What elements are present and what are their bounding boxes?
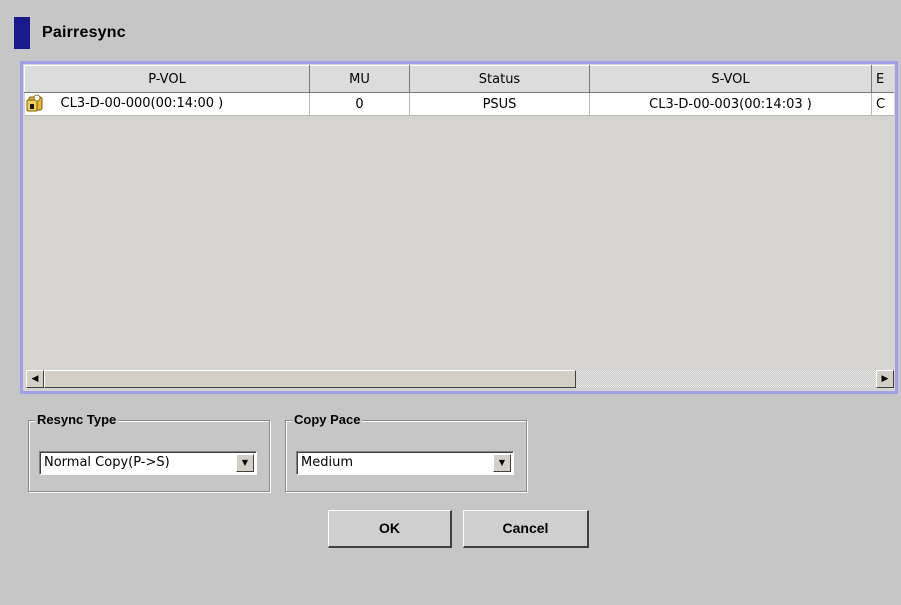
- scroll-left-arrow-icon[interactable]: ◀: [26, 370, 44, 388]
- resync-type-value: Normal Copy(P->S): [44, 455, 170, 470]
- dialog-title: Pairresync: [42, 24, 126, 41]
- pair-table: P-VOL MU Status S-VOL E CL3-D-00-000(00:…: [24, 65, 894, 116]
- resync-type-select[interactable]: Normal Copy(P->S) ▼: [39, 451, 257, 475]
- horizontal-scrollbar[interactable]: ◀ ▶: [26, 370, 894, 388]
- ok-button[interactable]: OK: [328, 510, 452, 548]
- table-header-row: P-VOL MU Status S-VOL E: [24, 65, 894, 93]
- column-header-e[interactable]: E: [871, 65, 894, 93]
- cell-e[interactable]: C: [871, 92, 894, 116]
- column-header-status[interactable]: Status: [409, 65, 590, 93]
- dialog-title-bar: Pairresync: [14, 17, 126, 49]
- cell-pvol[interactable]: CL3-D-00-000(00:14:00 ): [24, 92, 310, 116]
- cell-mu[interactable]: 0: [309, 92, 410, 116]
- column-header-mu[interactable]: MU: [309, 65, 410, 93]
- scroll-right-arrow-icon[interactable]: ▶: [876, 370, 894, 388]
- cancel-button[interactable]: Cancel: [463, 510, 589, 548]
- chevron-down-icon[interactable]: ▼: [493, 454, 511, 472]
- copy-pace-group: Copy Pace Medium ▼: [285, 412, 527, 492]
- pvol-value: CL3-D-00-000(00:14:00 ): [60, 96, 224, 111]
- resync-type-group: Resync Type Normal Copy(P->S) ▼: [28, 412, 270, 492]
- pair-volume-icon: [26, 94, 42, 112]
- cell-svol[interactable]: CL3-D-00-003(00:14:03 ): [589, 92, 872, 116]
- column-header-svol[interactable]: S-VOL: [589, 65, 872, 93]
- copy-pace-label: Copy Pace: [292, 412, 363, 427]
- pairresync-dialog: Pairresync P-VOL MU Status S-VOL E CL3-D…: [0, 0, 901, 605]
- copy-pace-value: Medium: [301, 455, 353, 470]
- cell-status[interactable]: PSUS: [409, 92, 590, 116]
- table-row[interactable]: CL3-D-00-000(00:14:00 ) 0 PSUS CL3-D-00-…: [24, 92, 894, 116]
- scrollbar-thumb[interactable]: [44, 370, 576, 388]
- chevron-down-icon[interactable]: ▼: [236, 454, 254, 472]
- copy-pace-select[interactable]: Medium ▼: [296, 451, 514, 475]
- title-accent-bar: [14, 17, 30, 49]
- resync-type-label: Resync Type: [35, 412, 119, 427]
- scrollbar-track[interactable]: [576, 370, 876, 388]
- pair-table-frame: P-VOL MU Status S-VOL E CL3-D-00-000(00:…: [20, 61, 898, 394]
- column-header-pvol[interactable]: P-VOL: [24, 65, 310, 93]
- pair-table-viewport: P-VOL MU Status S-VOL E CL3-D-00-000(00:…: [24, 65, 894, 390]
